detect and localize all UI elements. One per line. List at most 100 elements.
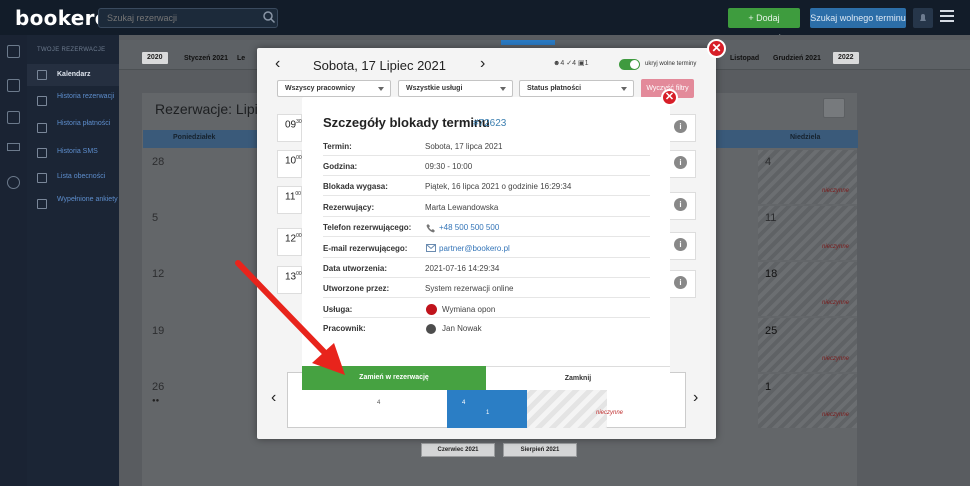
closed-label: nieczynne [822,300,850,306]
detail-value: System rezerwacji online [425,284,514,293]
next-year-button[interactable]: 2022 [833,52,859,64]
closed-label: nieczynne [822,412,850,418]
detail-value: Piątek, 16 lipca 2021 o godzinie 16:29:3… [425,182,572,191]
day-number: 1 [765,381,772,393]
prev-year-button[interactable]: 2020 [142,52,168,64]
search-input[interactable] [98,8,278,28]
hamburger-menu-icon[interactable] [940,10,954,24]
forms-icon [37,199,47,209]
add-reservation-button[interactable]: + Dodaj rezerwację [728,8,800,43]
day-counts: ●● [152,398,160,404]
hide-free-slots-toggle[interactable] [619,59,640,70]
detail-label: Rezerwujący: [323,203,375,212]
weekday-label: Poniedziałek [173,134,216,141]
close-button[interactable]: Zamknij [486,366,670,390]
day-number: 5 [152,212,159,224]
bell-icon[interactable] [913,8,933,28]
day-number: 18 [765,268,778,280]
sidebar-item-label: Kalendarz [57,71,91,78]
detail-value: Wymiana opon [442,305,496,314]
block-id: #72623 [473,118,507,129]
phone-link[interactable]: +48 500 500 500 [439,223,499,232]
employee-filter-select[interactable]: Wszyscy pracownicy [277,80,391,97]
month-tab[interactable]: Grudzień 2021 [773,55,821,62]
hour-slot[interactable]: 0930 [277,114,302,142]
slot-info[interactable]: i [666,270,696,298]
weekday-label: Niedziela [790,134,821,141]
prev-week-arrow-icon[interactable]: ‹ [271,389,276,407]
info-icon: i [674,120,687,133]
find-free-slot-button[interactable]: Szukaj wolnego terminu [810,8,906,28]
info-icon: i [674,276,687,289]
month-tab[interactable]: Styczeń 2021 [184,55,228,62]
red-arrow-annotation [235,260,345,375]
sidebar-heading: TWOJE REZERWACJE [37,47,106,53]
info-icon: i [674,156,687,169]
close-icon[interactable]: ✕ [707,39,726,58]
detail-row [323,156,650,176]
slot-info[interactable]: i [666,192,696,220]
close-icon[interactable]: ✕ [661,89,678,106]
closed-label: nieczynne [596,410,624,416]
closed-label: nieczynne [822,188,850,194]
detail-label: Godzina: [323,162,358,171]
closed-label: nieczynne [822,244,850,250]
logo[interactable]: bookero [15,6,109,30]
closed-day [758,150,857,204]
detail-label: E-mail rezerwującego: [323,244,408,253]
sliders-icon[interactable] [7,143,20,151]
sidebar-item-label: Historia rezerwacji [57,93,115,100]
day-number: 11 [765,212,777,224]
info-icon: i [674,198,687,211]
slot-info[interactable]: i [666,150,696,178]
detail-value: Marta Lewandowska [425,203,499,212]
next-month-button[interactable]: Sierpień 2021 [503,443,577,457]
detail-label: Telefon rezerwującego: [323,223,412,232]
home-icon[interactable] [7,45,20,58]
day-number: 12 [152,268,165,280]
icon-rail [0,35,27,486]
hour-slot[interactable]: 1000 [277,150,302,178]
sidebar-item-calendar[interactable]: Kalendarz [27,64,119,86]
count-badge: 1 [584,60,589,67]
slot-info[interactable]: i [666,232,696,260]
hour-slot[interactable]: 1100 [277,186,302,214]
sidebar-item-payment-history[interactable]: Historia płatności [27,119,119,137]
slot-info[interactable]: i [666,114,696,142]
hour-slot[interactable]: 1200 [277,228,302,256]
month-tab[interactable]: Listopad [730,55,759,62]
sidebar-item-surveys[interactable]: Wypełnione ankiety [27,195,119,213]
service-color-dot [426,304,437,315]
document-icon [37,96,47,106]
next-week-arrow-icon[interactable]: › [693,389,698,407]
basket-icon [37,123,47,133]
count-badge: 4 [377,400,381,406]
email-link[interactable]: partner@bookero.pl [439,244,510,253]
service-filter-select[interactable]: Wszystkie usługi [398,80,513,97]
sidebar-item-attendance[interactable]: Lista obecności [27,172,119,184]
count-badge: 4 [560,60,565,67]
prev-month-button[interactable]: Czerwiec 2021 [421,443,495,457]
gear-icon[interactable] [7,176,20,189]
briefcase-icon[interactable] [7,111,20,124]
detail-label: Termin: [323,142,352,151]
day-modal-date: Sobota, 17 Lipiec 2021 [313,58,446,73]
month-tab[interactable]: Le [237,55,245,62]
sidebar: TWOJE REZERWACJE Kalendarz Historia reze… [27,35,119,486]
sidebar-item-label: Historia SMS [57,148,98,155]
calendar-icon [37,70,47,80]
search-icon[interactable] [262,10,276,24]
sidebar-item-label: Lista obecności [57,173,106,180]
detail-value: 2021-07-16 14:29:34 [425,264,500,273]
calendar-icon[interactable] [7,79,20,92]
check-icon [37,173,47,183]
closed-day [758,374,857,428]
download-icon[interactable] [823,98,845,118]
payment-status-filter-select[interactable]: Status płatności [519,80,634,97]
next-day-arrow-icon[interactable]: › [480,55,485,73]
sidebar-item-reservation-history[interactable]: Historia rezerwacji [27,92,119,110]
sidebar-item-sms-history[interactable]: Historia SMS [27,147,119,159]
detail-value: Jan Nowak [442,324,482,333]
toggle-label: ukryj wolne terminy [645,61,697,67]
mail-icon [37,148,47,158]
